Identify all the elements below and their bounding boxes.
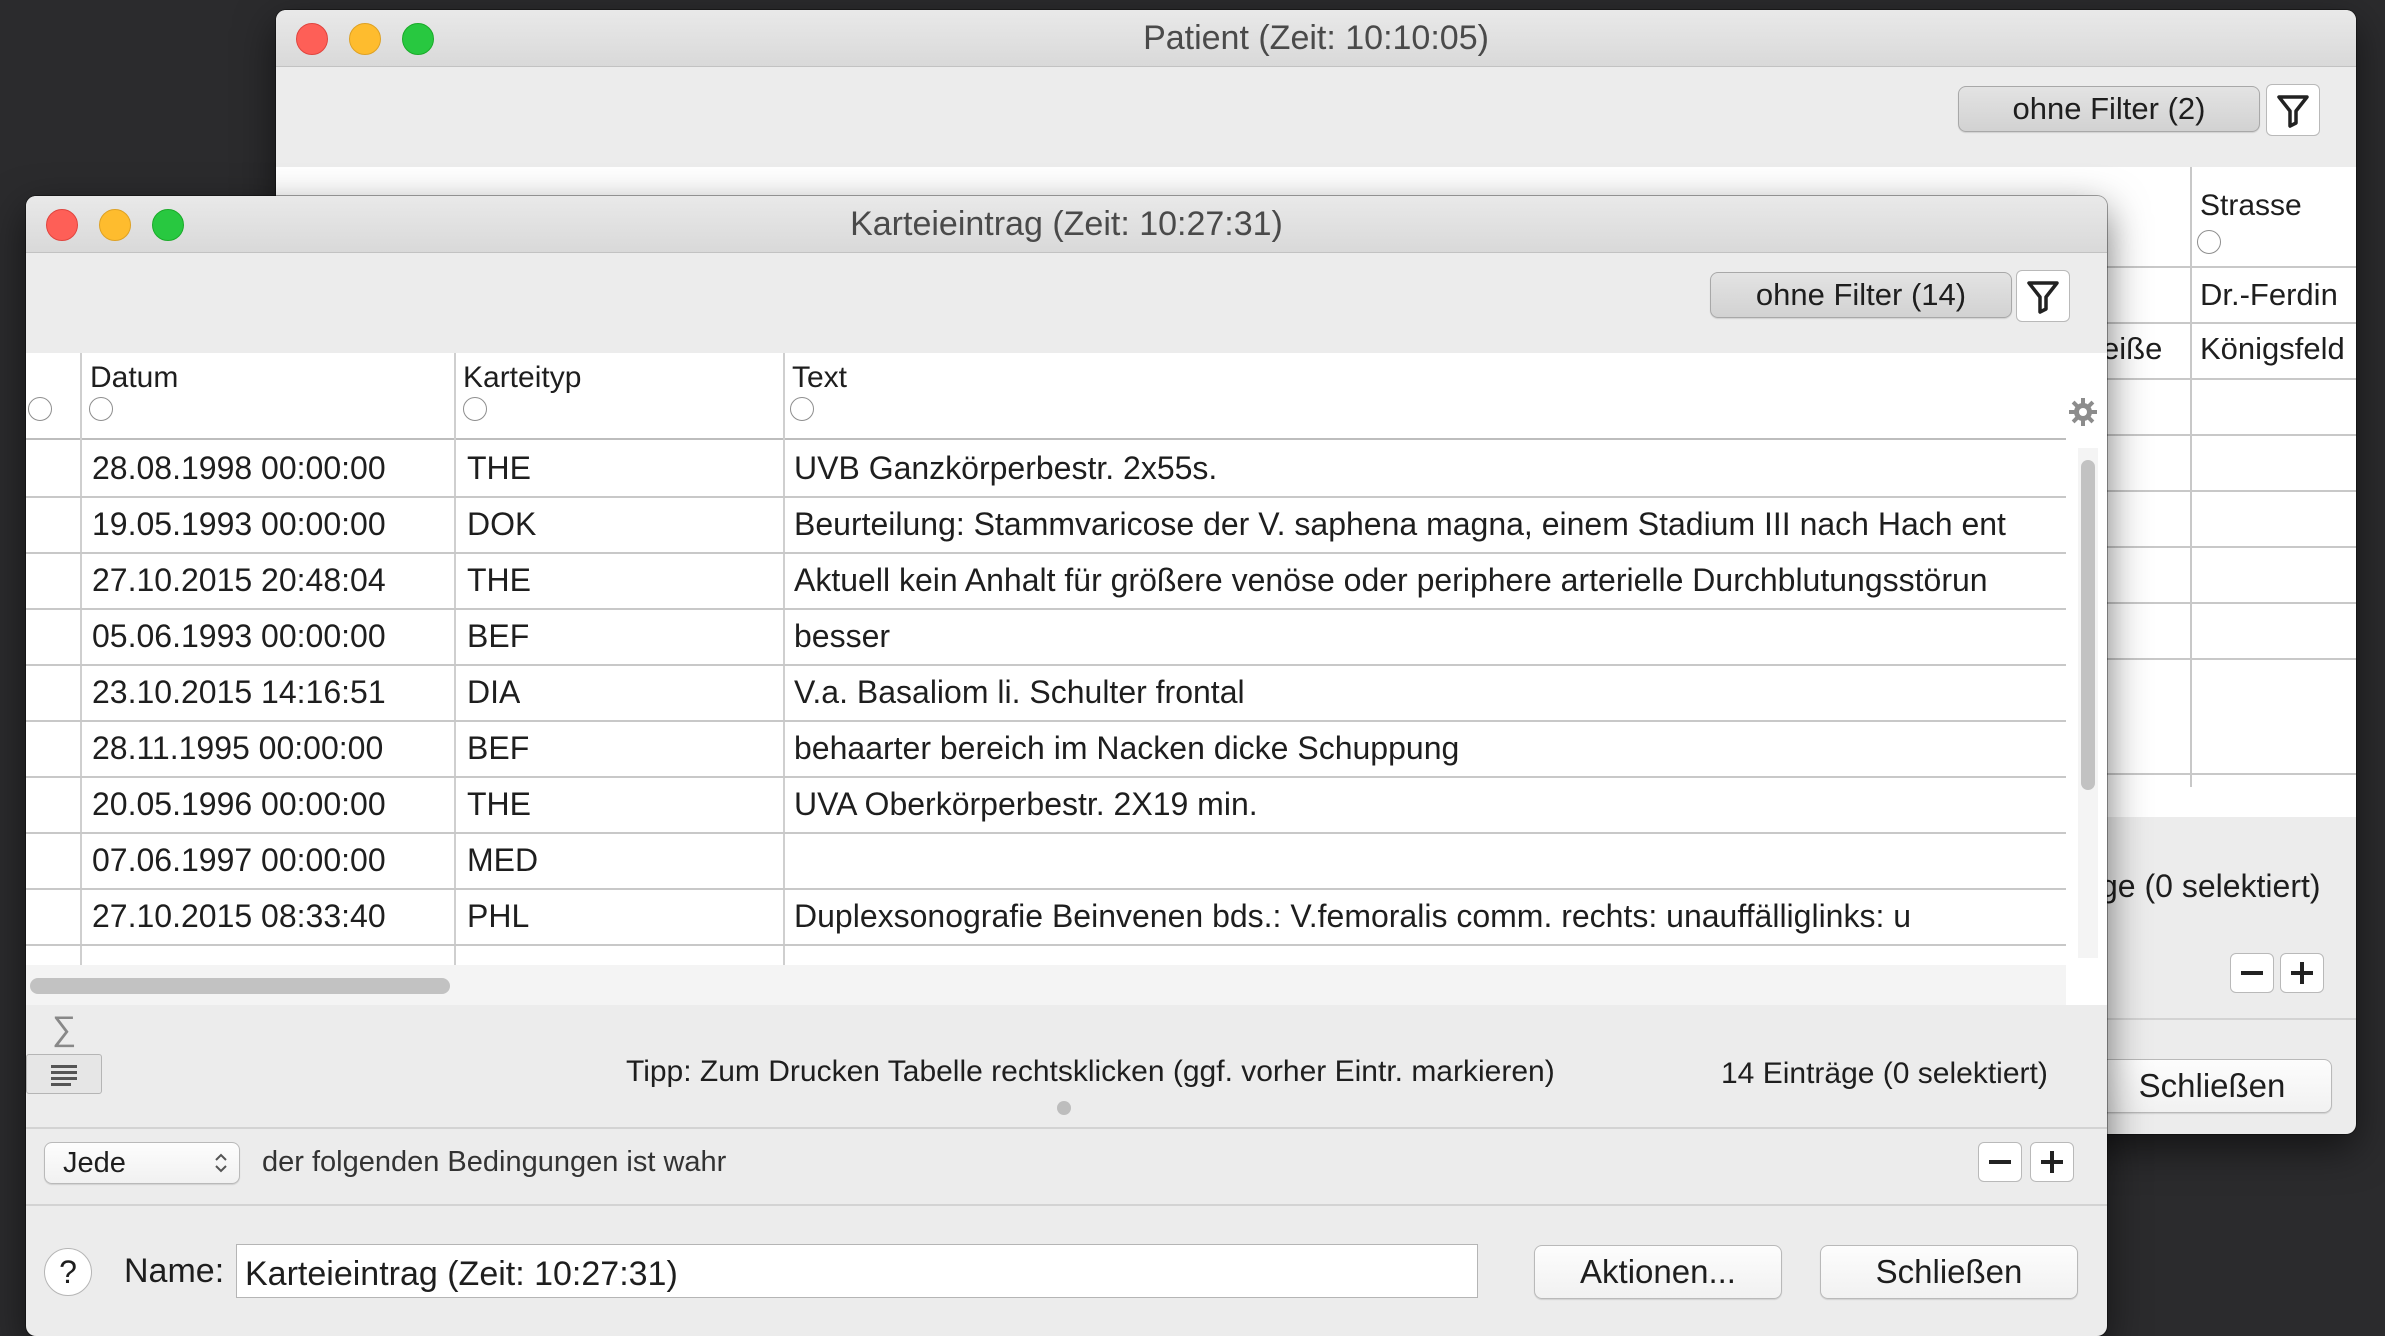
patient-titlebar: Patient (Zeit: 10:10:05) (276, 10, 2356, 67)
status-count: ge (0 selektiert) (2100, 868, 2321, 904)
minus-icon (2241, 971, 2263, 975)
window-title: Patient (Zeit: 10:10:05) (1143, 19, 1489, 57)
horizontal-scroll-thumb[interactable] (30, 978, 450, 994)
karteityp-cell: DOK (467, 506, 537, 542)
sigma-icon[interactable]: ∑ (52, 1010, 76, 1049)
entries-count: 14 Einträge (0 selektiert) (1721, 1057, 2048, 1090)
karteieintrag-table: Datum Karteityp Text 28.08.1998 00:00:00… (26, 353, 2107, 1005)
remove-condition-button[interactable] (2230, 953, 2274, 993)
lines-icon (51, 1065, 77, 1086)
strasse-cell: Dr.-Ferdin (2200, 277, 2338, 312)
karteityp-cell: THE (467, 450, 531, 486)
vertical-scroll-thumb[interactable] (2081, 460, 2095, 790)
column-header-text[interactable]: Text (792, 361, 847, 395)
datum-cell: 28.11.1995 00:00:00 (92, 730, 384, 766)
help-icon: ? (59, 1254, 77, 1290)
window-title: Karteieintrag (Zeit: 10:27:31) (850, 205, 1283, 243)
datum-cell: 27.10.2015 20:48:04 (92, 562, 386, 598)
text-cell: Aktuell kein Anhalt für größere venöse o… (794, 562, 1988, 598)
karteieintrag-titlebar: Karteieintrag (Zeit: 10:27:31) (26, 196, 2107, 253)
karteityp-cell: PHL (467, 898, 530, 934)
table-row[interactable]: 05.06.1993 00:00:00 BEF besser (26, 608, 2066, 664)
karteityp-cell: MED (467, 842, 539, 878)
print-tip: Tipp: Zum Drucken Tabelle rechtsklicken … (626, 1055, 1555, 1088)
condition-select-value: Jede (63, 1147, 126, 1179)
karteityp-filter-radio[interactable] (463, 397, 487, 421)
select-arrows-icon (215, 1153, 227, 1173)
datum-cell: 27.10.2015 08:33:40 (92, 898, 386, 934)
funnel-icon (2027, 281, 2059, 314)
text-filter-radio[interactable] (790, 397, 814, 421)
add-condition-button[interactable] (2030, 1142, 2074, 1182)
datum-cell: 23.10.2015 14:16:51 (92, 674, 386, 710)
column-filter-radio[interactable] (2197, 230, 2221, 254)
column-header-strasse[interactable]: Strasse (2200, 189, 2302, 223)
split-handle[interactable] (1057, 1101, 1071, 1115)
text-cell: Beurteilung: Stammvaricose der V. saphen… (794, 506, 2006, 542)
funnel-icon (2277, 95, 2309, 128)
horizontal-scrollbar[interactable] (26, 965, 2066, 1005)
add-condition-button[interactable] (2280, 953, 2324, 993)
condition-select[interactable]: Jede (44, 1142, 240, 1184)
karteityp-cell: BEF (467, 730, 530, 766)
gear-icon[interactable] (2068, 397, 2098, 427)
datum-cell: 20.05.1996 00:00:00 (92, 786, 386, 822)
table-row[interactable]: 19.05.1993 00:00:00 DOK Beurteilung: Sta… (26, 496, 2066, 552)
text-cell: Duplexsonografie Beinvenen bds.: V.femor… (794, 898, 1912, 934)
datum-cell: 28.08.1998 00:00:00 (92, 450, 386, 486)
table-row[interactable]: 28.08.1998 00:00:00 THE UVB Ganzkörperbe… (26, 440, 2066, 496)
karteityp-cell: DIA (467, 674, 521, 710)
text-cell: besser (794, 618, 891, 654)
table-row[interactable]: 23.10.2015 14:16:51 DIA V.a. Basaliom li… (26, 664, 2066, 720)
minus-icon (1989, 1160, 2011, 1164)
table-row[interactable]: 07.06.1997 00:00:00 MED (26, 832, 2066, 888)
vertical-scrollbar[interactable] (2078, 448, 2098, 958)
datum-cell: 05.06.1993 00:00:00 (92, 618, 386, 654)
text-cell: UVA Oberkörperbestr. 2X19 min. (794, 786, 1258, 822)
column-header-datum[interactable]: Datum (90, 361, 178, 395)
karteityp-cell: THE (467, 786, 531, 822)
table-row[interactable]: 20.05.1996 00:00:00 THE UVA Oberkörperbe… (26, 776, 2066, 832)
plus-icon (2291, 962, 2313, 984)
row-select-radio[interactable] (28, 397, 52, 421)
close-button[interactable]: Schließen (2092, 1059, 2332, 1113)
filter-button[interactable]: ohne Filter (14) (1710, 272, 2012, 318)
name-label: Name: (124, 1252, 225, 1290)
filter-icon-button[interactable] (2016, 270, 2070, 322)
strasse-cell: Königsfeld (2200, 331, 2345, 366)
datum-filter-radio[interactable] (89, 397, 113, 421)
list-view-button[interactable] (26, 1054, 102, 1094)
table-row[interactable]: 28.11.1995 00:00:00 BEF behaarter bereic… (26, 720, 2066, 776)
close-button[interactable]: Schließen (1820, 1245, 2078, 1299)
help-button[interactable]: ? (44, 1248, 92, 1296)
text-cell: behaarter bereich im Nacken dicke Schupp… (794, 730, 1460, 766)
datum-cell: 19.05.1993 00:00:00 (92, 506, 386, 542)
table-row[interactable]: 27.10.2015 20:48:04 THE Aktuell kein Anh… (26, 552, 2066, 608)
ort-cell: eiße (2102, 331, 2163, 366)
actions-button[interactable]: Aktionen... (1534, 1245, 1782, 1299)
text-cell: UVB Ganzkörperbestr. 2x55s. (794, 450, 1218, 486)
filter-icon-button[interactable] (2266, 84, 2320, 136)
datum-cell: 07.06.1997 00:00:00 (92, 842, 386, 878)
remove-condition-button[interactable] (1978, 1142, 2022, 1182)
column-header-karteityp[interactable]: Karteityp (463, 361, 581, 395)
karteityp-cell: THE (467, 562, 531, 598)
condition-text: der folgenden Bedingungen ist wahr (262, 1146, 727, 1178)
table-row[interactable]: 27.10.2015 08:33:40 PHL Duplexsonografie… (26, 888, 2066, 944)
name-field-value: Karteieintrag (Zeit: 10:27:31) (245, 1255, 678, 1293)
plus-icon (2041, 1151, 2063, 1173)
text-cell: V.a. Basaliom li. Schulter frontal (794, 674, 1245, 710)
karteieintrag-window: Karteieintrag (Zeit: 10:27:31) ohne Filt… (26, 196, 2107, 1336)
filter-button[interactable]: ohne Filter (2) (1958, 86, 2260, 132)
name-field[interactable]: Karteieintrag (Zeit: 10:27:31) (236, 1244, 1478, 1298)
karteityp-cell: BEF (467, 618, 530, 654)
